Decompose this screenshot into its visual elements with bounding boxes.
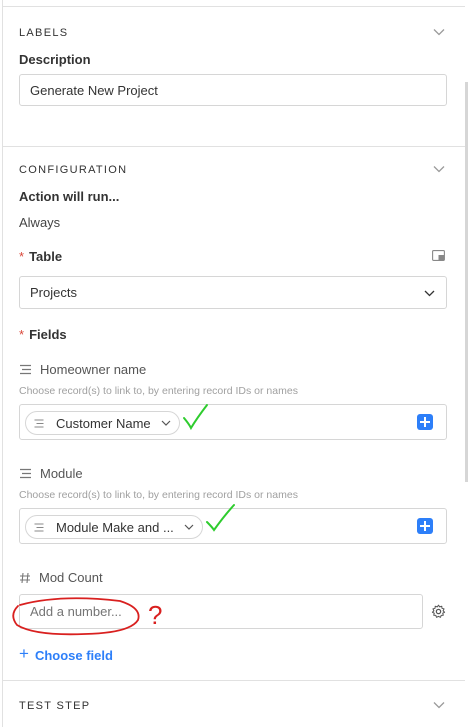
divider bbox=[3, 146, 465, 147]
module-pill[interactable]: Module Make and ... bbox=[25, 515, 203, 539]
choose-field-label: Choose field bbox=[34, 647, 113, 663]
number-icon bbox=[20, 572, 30, 583]
description-input-value: Generate New Project bbox=[30, 82, 158, 98]
plus-icon: + bbox=[19, 644, 29, 663]
customer-name-pill[interactable]: Customer Name bbox=[25, 411, 180, 435]
chevron-down-icon[interactable] bbox=[433, 28, 445, 36]
linked-record-icon bbox=[34, 418, 44, 428]
required-marker: * bbox=[19, 249, 25, 264]
customer-name-pill-label: Customer Name bbox=[56, 415, 151, 431]
divider bbox=[3, 6, 465, 7]
table-label-text: Table bbox=[29, 249, 63, 264]
fields-label-text: Fields bbox=[29, 327, 67, 342]
mod-count-input[interactable] bbox=[19, 594, 423, 629]
choose-field-button[interactable]: + Choose field bbox=[19, 644, 113, 664]
chevron-down-icon[interactable] bbox=[433, 165, 445, 173]
chevron-down-icon bbox=[161, 420, 171, 426]
fields-label: * Fields bbox=[19, 327, 67, 342]
required-marker: * bbox=[19, 327, 25, 342]
homeowner-name-label-text: Homeowner name bbox=[40, 362, 147, 377]
panel-left-border bbox=[2, 0, 3, 727]
homeowner-name-hint: Choose record(s) to link to, by entering… bbox=[19, 385, 298, 397]
module-hint: Choose record(s) to link to, by entering… bbox=[19, 489, 298, 501]
labels-section-header[interactable]: LABELS bbox=[19, 27, 68, 39]
gear-icon[interactable] bbox=[431, 604, 446, 619]
mod-count-label: Mod Count bbox=[19, 570, 103, 585]
description-label: Description bbox=[19, 52, 91, 67]
mod-count-label-text: Mod Count bbox=[39, 570, 103, 585]
divider bbox=[3, 680, 465, 681]
chevron-down-icon bbox=[184, 524, 194, 530]
test-step-section-header[interactable]: TEST STEP bbox=[19, 700, 90, 712]
plus-icon[interactable] bbox=[417, 518, 433, 534]
properties-panel: LABELS Description Generate New Project … bbox=[0, 0, 468, 727]
linked-record-icon bbox=[20, 364, 31, 375]
linked-record-icon bbox=[20, 468, 31, 479]
action-label: Action will run... bbox=[19, 189, 120, 204]
description-input[interactable]: Generate New Project bbox=[19, 74, 447, 106]
homeowner-name-label: Homeowner name bbox=[19, 362, 146, 377]
chevron-down-icon bbox=[424, 290, 435, 297]
table-label: * Table bbox=[19, 249, 62, 264]
table-select-value: Projects bbox=[30, 285, 77, 300]
configuration-section-header[interactable]: CONFIGURATION bbox=[19, 164, 127, 176]
module-pill-label: Module Make and ... bbox=[56, 519, 174, 535]
linked-record-icon bbox=[34, 522, 44, 532]
module-label: Module bbox=[19, 466, 83, 481]
plus-icon[interactable] bbox=[417, 414, 433, 430]
module-label-text: Module bbox=[40, 466, 83, 481]
chevron-down-icon[interactable] bbox=[433, 701, 445, 709]
table-select[interactable]: Projects bbox=[19, 276, 447, 309]
layout-icon[interactable] bbox=[432, 250, 445, 261]
action-value: Always bbox=[19, 215, 61, 230]
